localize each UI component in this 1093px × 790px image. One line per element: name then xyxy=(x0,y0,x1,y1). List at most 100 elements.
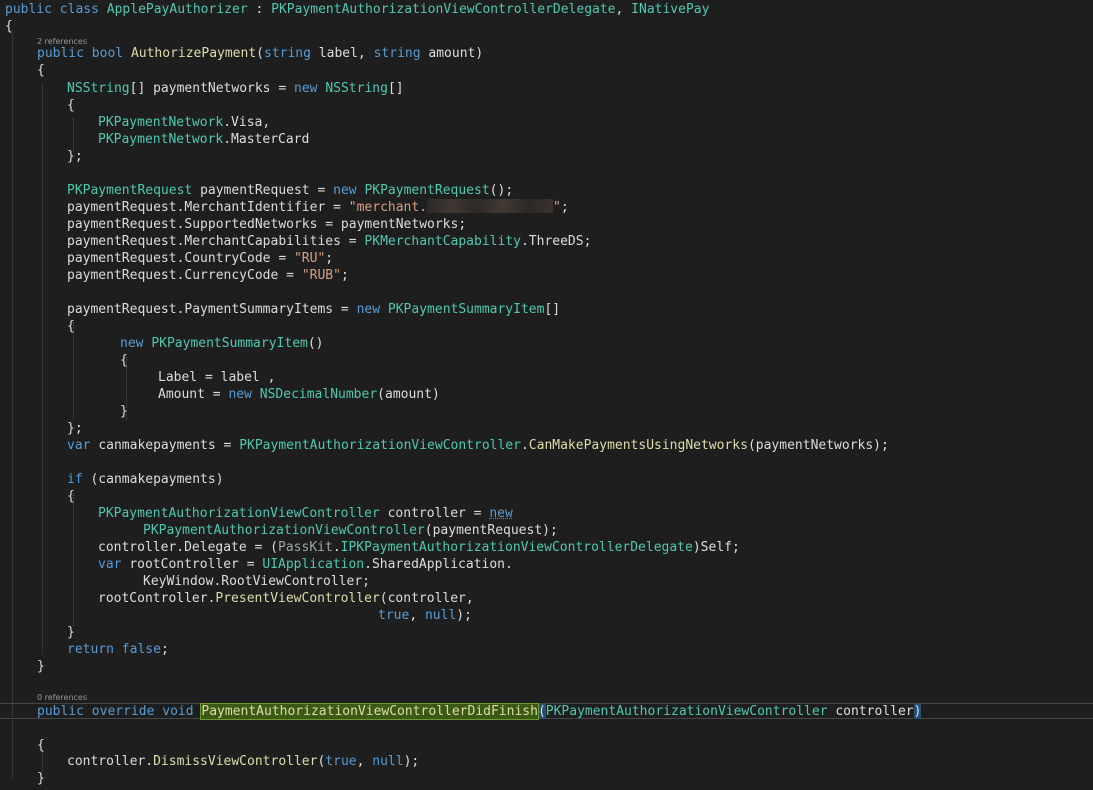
code-line[interactable]: NSString[] paymentNetworks = new NSStrin… xyxy=(67,80,404,97)
code-line[interactable]: if (canmakepayments) xyxy=(67,471,224,488)
punctuation: . xyxy=(520,438,529,453)
parameter: amount) xyxy=(428,46,484,61)
code-line[interactable]: return false; xyxy=(67,641,169,658)
type-name[interactable]: PKPaymentRequest xyxy=(364,183,489,198)
type-name[interactable]: INativePay xyxy=(631,2,709,17)
code-line[interactable]: PKPaymentNetwork.Visa, xyxy=(98,114,270,131)
code-line[interactable]: PKPaymentNetwork.MasterCard xyxy=(98,131,309,148)
code-line[interactable]: paymentRequest.MerchantIdentifier = "mer… xyxy=(67,199,569,216)
code-line[interactable]: true, null); xyxy=(378,607,472,624)
code-line[interactable]: } xyxy=(120,403,128,420)
keyword: null xyxy=(424,608,457,623)
code-line[interactable]: public class ApplePayAuthorizer : PKPaym… xyxy=(5,1,709,18)
code-line[interactable]: { xyxy=(67,318,75,335)
code-line[interactable]: var rootController = UIApplication.Share… xyxy=(98,556,513,573)
type-name[interactable]: IPKPaymentAuthorizationViewControllerDel… xyxy=(341,540,693,555)
punctuation: (); xyxy=(489,183,514,198)
code-text: .SharedApplication. xyxy=(364,557,513,572)
matching-paren: ) xyxy=(913,704,922,719)
code-line[interactable]: paymentRequest.PaymentSummaryItems = new… xyxy=(67,301,560,318)
codelens-references[interactable]: 0 references xyxy=(37,692,87,703)
type-name[interactable]: NSDecimalNumber xyxy=(260,387,377,402)
class-name[interactable]: ApplePayAuthorizer xyxy=(107,2,248,17)
code-line[interactable]: new PKPaymentSummaryItem() xyxy=(120,335,324,352)
code-line[interactable]: PKPaymentAuthorizationViewController con… xyxy=(98,505,513,522)
indent-guide xyxy=(12,34,13,779)
type-name[interactable]: PKPaymentNetwork xyxy=(98,115,223,130)
code-editor[interactable]: public class ApplePayAuthorizer : PKPaym… xyxy=(0,0,1093,790)
code-line[interactable]: } xyxy=(67,624,75,641)
type-name[interactable]: PKPaymentSummaryItem xyxy=(151,336,308,351)
brace: { xyxy=(67,319,75,334)
code-line[interactable]: PKPaymentRequest paymentRequest = new PK… xyxy=(67,182,513,199)
code-text: (canmakepayments) xyxy=(90,472,224,487)
keyword: public xyxy=(5,2,52,17)
punctuation: , xyxy=(615,2,624,17)
punctuation: ; xyxy=(160,642,169,657)
keyword: public xyxy=(37,704,84,719)
code-line[interactable]: PKPaymentAuthorizationViewController(pay… xyxy=(143,522,558,539)
code-line[interactable]: paymentRequest.CurrencyCode = "RUB"; xyxy=(67,267,349,284)
code-line[interactable]: { xyxy=(120,352,128,369)
keyword: override xyxy=(91,704,155,719)
code-line[interactable]: public bool AuthorizePayment(string labe… xyxy=(37,45,483,62)
keyword: true xyxy=(378,608,410,623)
code-text: paymentRequest.CountryCode = xyxy=(67,251,287,266)
method-name[interactable]: DismissViewController xyxy=(153,754,317,769)
type-name[interactable]: UIApplication xyxy=(262,557,364,572)
string-literal: " xyxy=(553,200,561,215)
type-name[interactable]: PKPaymentAuthorizationViewController xyxy=(98,506,380,521)
code-line[interactable]: public override void PaymentAuthorizatio… xyxy=(37,703,922,720)
code-line[interactable]: controller.DismissViewController(true, n… xyxy=(67,753,419,770)
code-line[interactable]: paymentRequest.SupportedNetworks = payme… xyxy=(67,216,466,233)
method-name[interactable]: PresentViewController xyxy=(215,591,379,606)
type-name[interactable]: NSString xyxy=(325,81,388,96)
code-line[interactable]: { xyxy=(37,737,45,754)
code-line[interactable]: { xyxy=(67,97,75,114)
code-line[interactable]: controller.Delegate = (PassKit.IPKPaymen… xyxy=(98,539,740,556)
code-line[interactable]: } xyxy=(37,770,45,787)
code-line[interactable]: var canmakepayments = PKPaymentAuthoriza… xyxy=(67,437,889,454)
type-name[interactable]: PKPaymentAuthorizationViewController xyxy=(239,438,521,453)
type-name[interactable]: PKPaymentSummaryItem xyxy=(388,302,545,317)
code-line[interactable]: paymentRequest.MerchantCapabilities = PK… xyxy=(67,233,591,250)
code-line[interactable]: { xyxy=(67,488,75,505)
type-name[interactable]: PKPaymentNetwork xyxy=(98,132,223,147)
punctuation: , xyxy=(356,754,365,769)
type-name[interactable]: PKPaymentAuthorizationViewController xyxy=(143,523,425,538)
punctuation: ( xyxy=(256,46,264,61)
type-name[interactable]: PKPaymentAuthorizationViewControllerDele… xyxy=(271,2,615,17)
code-line[interactable]: Label = label , xyxy=(158,369,275,386)
type-name[interactable]: PKPaymentRequest xyxy=(67,183,192,198)
keyword: var xyxy=(67,438,91,453)
code-line[interactable]: paymentRequest.CountryCode = "RU"; xyxy=(67,250,333,267)
keyword: if xyxy=(67,472,83,487)
type-name[interactable]: PKMerchantCapability xyxy=(364,234,521,249)
method-name[interactable]: CanMakePaymentsUsingNetworks xyxy=(529,438,748,453)
code-line[interactable]: }; xyxy=(67,420,83,437)
code-text: Amount = xyxy=(158,387,221,402)
brace: } xyxy=(120,404,128,419)
code-line[interactable]: rootController.PresentViewController(con… xyxy=(98,590,474,607)
code-text: .ThreeDS; xyxy=(520,234,592,249)
code-line[interactable]: } xyxy=(37,658,45,675)
type-name[interactable]: NSString xyxy=(67,81,130,96)
code-text: (paymentNetworks); xyxy=(747,438,889,453)
type-name[interactable]: PKPaymentAuthorizationViewController xyxy=(546,704,828,719)
code-text: controller.Delegate = ( xyxy=(98,540,279,555)
code-line[interactable]: }; xyxy=(67,148,83,165)
code-line[interactable]: Amount = new NSDecimalNumber(amount) xyxy=(158,386,440,403)
code-line[interactable]: KeyWindow.RootViewController; xyxy=(143,573,370,590)
code-line[interactable]: { xyxy=(5,18,13,35)
code-text: paymentRequest.PaymentSummaryItems = xyxy=(67,302,349,317)
code-text: canmakepayments = xyxy=(98,438,232,453)
punctuation: : xyxy=(255,2,264,17)
code-text: (amount) xyxy=(377,387,440,402)
string-literal: "RUB" xyxy=(301,268,341,283)
keyword: bool xyxy=(91,46,124,61)
method-name[interactable]: AuthorizePayment xyxy=(131,46,256,61)
code-line[interactable]: { xyxy=(37,62,45,79)
highlighted-method-name[interactable]: PaymentAuthorizationViewControllerDidFin… xyxy=(200,703,539,720)
punctuation: () xyxy=(307,336,324,351)
namespace[interactable]: PassKit xyxy=(278,540,333,555)
